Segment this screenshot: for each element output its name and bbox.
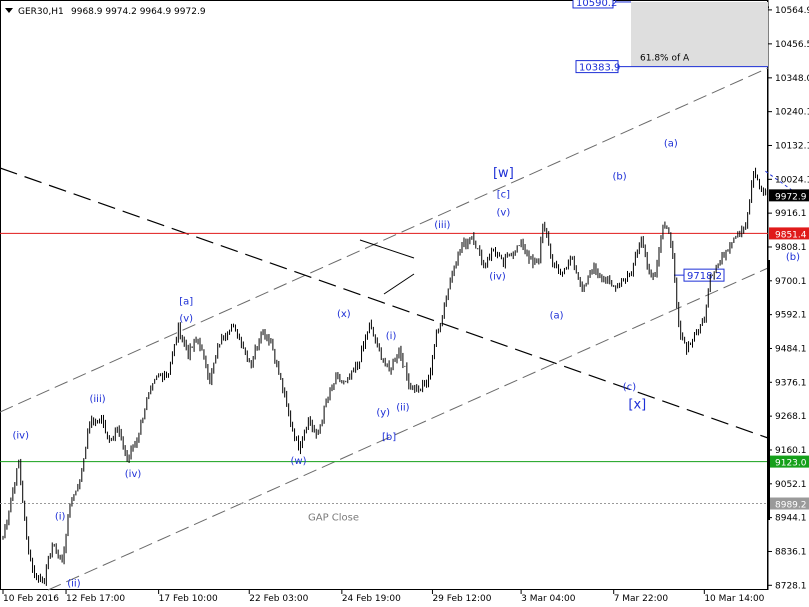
x-tick-label: 10 Feb 2016	[3, 594, 59, 604]
wave-labels: (iv) (i) (ii) (iii) (iv) [a] (v) (w) (x) (i) (ii) (…	[12, 138, 800, 589]
trend-lines	[0, 67, 769, 591]
ohlc-values: 9968.9 9974.2 9964.9 9972.9	[71, 7, 206, 17]
wave-label: (ii)	[396, 403, 409, 414]
wave-label: [w]	[493, 166, 514, 181]
wave-label: (a)	[664, 138, 678, 149]
x-tick-label: 22 Feb 03:00	[249, 594, 308, 604]
y-tick-label: 10348.0	[775, 74, 809, 84]
x-tick-label: 29 Feb 12:00	[432, 594, 491, 604]
wave-label: (c)	[623, 382, 636, 393]
price-chart[interactable]: GER30,H1 9968.9 9974.2 9964.9 9972.9 B ?…	[0, 0, 809, 607]
upper-channel-line	[0, 67, 769, 413]
lower-channel-line	[47, 267, 769, 591]
wave-label: [c]	[497, 190, 510, 201]
wave-label: (v)	[179, 314, 193, 325]
wave-label: (a)	[550, 310, 564, 321]
y-tick-label: 9916.1	[775, 209, 807, 219]
wave-label: [b]	[382, 432, 396, 443]
current-price-label: 9972.9	[775, 192, 807, 202]
symbol-label: GER30,H1	[18, 7, 64, 17]
y-tick-label: 10024.1	[775, 175, 809, 185]
y-tick-label: 9160.1	[775, 446, 807, 456]
wave-trend-line	[383, 273, 415, 295]
y-tick-label: 9592.1	[775, 311, 807, 321]
wave-label: (v)	[497, 208, 511, 219]
annotations: 61.8% of A GAP Close	[308, 54, 690, 524]
y-tick-label: 9052.1	[775, 480, 807, 490]
x-tick-label: 12 Feb 17:00	[66, 594, 125, 604]
candles	[2, 167, 768, 586]
price-axis: 9851.4 9123.0 8989.2 9972.9 10564.9 10456.5 10…	[767, 6, 809, 591]
y-tick-label: 10240.1	[775, 108, 809, 118]
y-tick-label: 8728.1	[775, 581, 807, 591]
wave-label: (ii)	[67, 578, 80, 589]
wave-label: (iv)	[12, 431, 29, 442]
y-tick-label: 10456.5	[775, 40, 809, 50]
wave-label: (i)	[386, 331, 397, 342]
x-tick-label: 17 Feb 10:00	[159, 594, 218, 604]
y-tick-label: 8944.1	[775, 514, 807, 524]
price-tag-label: 9123.0	[775, 459, 807, 469]
x-tick-label: 7 Mar 22:00	[614, 594, 669, 604]
time-axis: 10 Feb 2016 12 Feb 17:00 17 Feb 10:00 22 Fe…	[2, 590, 765, 604]
descending-trend-line	[0, 167, 769, 439]
x-tick-label: 24 Feb 19:00	[342, 594, 401, 604]
y-tick-label: 9484.1	[775, 344, 807, 354]
wave-label: (iii)	[89, 394, 105, 405]
price-tag-label: 9851.4	[775, 230, 807, 240]
level-label: 10590.2	[576, 0, 617, 9]
wave-label: (b)	[786, 252, 800, 263]
level-label: 10383.9	[579, 63, 620, 74]
wave-label: (b)	[613, 171, 627, 182]
gap-close-label: GAP Close	[308, 513, 359, 524]
wave-label: (w)	[291, 456, 307, 467]
x-tick-label: 10 Mar 14:00	[704, 594, 764, 604]
y-tick-label: 9268.1	[775, 412, 807, 422]
level-label: 9718.2	[687, 271, 722, 282]
wave-label: (iv)	[489, 271, 506, 282]
wave-trend-line	[359, 239, 415, 259]
y-tick-label: 10132.1	[775, 141, 809, 151]
y-tick-label: 9808.1	[775, 243, 807, 253]
x-tick-label: 3 Mar 04:00	[521, 594, 576, 604]
y-tick-label: 10564.9	[775, 6, 809, 16]
plot-frame	[0, 0, 768, 590]
wave-label: (x)	[337, 309, 351, 320]
y-tick-label: 9376.1	[775, 378, 807, 388]
price-scale-marker[interactable]	[767, 260, 770, 520]
wave-label: [a]	[179, 296, 193, 307]
y-tick-label: 9700.1	[775, 277, 807, 287]
fib-label: 61.8% of A	[640, 54, 690, 64]
y-tick-label: 8836.1	[775, 547, 807, 557]
wave-label: (y)	[376, 408, 390, 419]
wave-label: (i)	[55, 512, 66, 523]
symbol-dropdown-icon[interactable]	[5, 8, 13, 13]
wave-label: (iii)	[434, 220, 450, 231]
wave-label: [x]	[628, 398, 646, 413]
wave-label: (iv)	[125, 469, 142, 480]
price-tag-label: 8989.2	[775, 501, 807, 511]
